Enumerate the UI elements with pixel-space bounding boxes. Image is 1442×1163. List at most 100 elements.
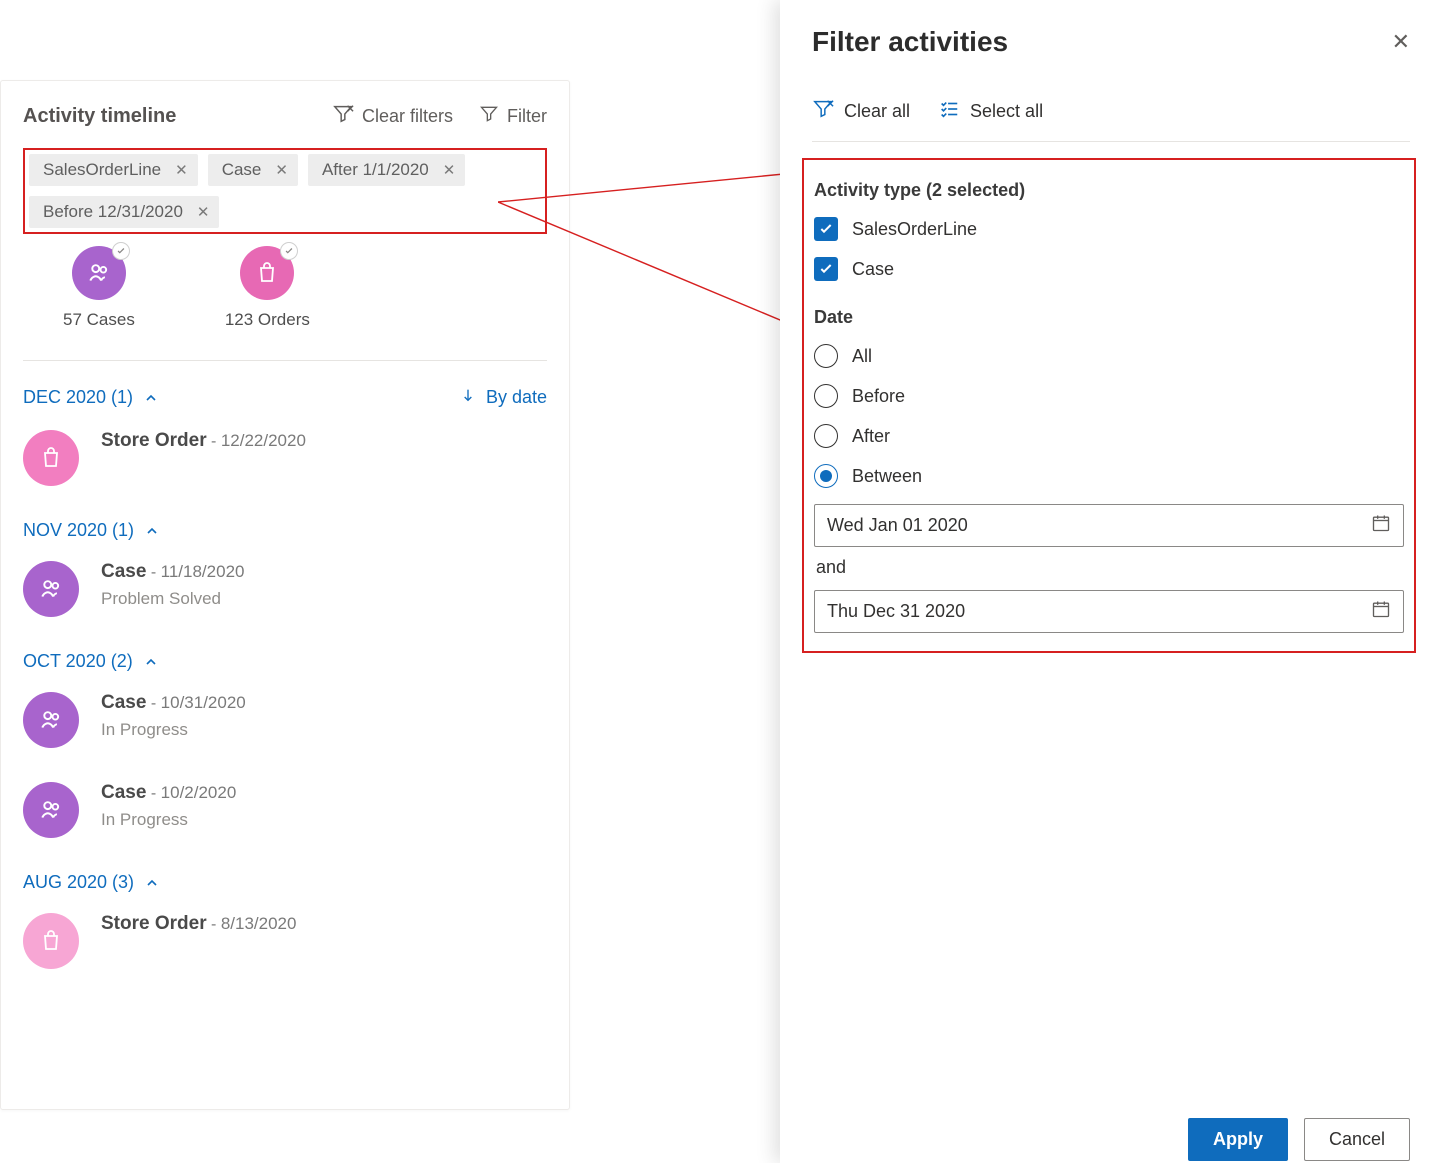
cases-avatar [72,246,126,300]
month-label-text: OCT 2020 (2) [23,651,133,672]
timeline-item[interactable]: Store Order - 12/22/2020 [23,430,547,486]
select-all-label: Select all [970,101,1043,122]
timeline-item-title: Case [101,561,146,582]
people-icon [38,707,64,733]
select-all-button[interactable]: Select all [938,98,1043,125]
date-option-between[interactable]: Between [814,464,1404,488]
timeline-item-body: Case - 11/18/2020 Problem Solved [101,561,244,609]
funnel-clear-icon [812,98,834,125]
radio-checked[interactable] [814,464,838,488]
sort-by-date-label: By date [486,387,547,408]
radio-unchecked[interactable] [814,344,838,368]
date-option-label: After [852,426,890,447]
filter-chip-label: After 1/1/2020 [322,160,429,180]
filter-section-highlight: Activity type (2 selected) SalesOrderLin… [802,158,1416,653]
chip-remove-icon[interactable]: ✕ [443,163,456,178]
timeline-item-subtext: In Progress [101,810,236,830]
timeline-item-subtext: In Progress [101,720,246,740]
summary-orders-label: 123 Orders [225,310,310,330]
month-toggle[interactable]: DEC 2020 (1) [23,387,159,408]
summary-cases-label: 57 Cases [63,310,135,330]
calendar-icon [1371,513,1391,538]
timeline-header: Activity timeline Clear filters Filter [23,103,547,130]
radio-dot [820,470,832,482]
close-icon: ✕ [1392,29,1410,54]
shopping-bag-icon [39,929,63,953]
close-button[interactable]: ✕ [1392,29,1410,55]
people-icon [38,797,64,823]
checkmark-icon [818,261,834,277]
clear-filters-button[interactable]: Clear filters [332,103,453,130]
activity-type-label: SalesOrderLine [852,219,977,240]
people-icon [86,260,112,286]
activity-type-option[interactable]: Case [814,257,1404,281]
orders-avatar [240,246,294,300]
timeline-item[interactable]: Case - 10/31/2020 In Progress [23,692,547,748]
clear-all-button[interactable]: Clear all [812,98,910,125]
filter-chip: After 1/1/2020 ✕ [308,154,465,186]
date-from-value: Wed Jan 01 2020 [827,515,968,536]
timeline-item-dash: - [151,695,161,712]
timeline-item[interactable]: Case - 11/18/2020 Problem Solved [23,561,547,617]
month-label-text: DEC 2020 (1) [23,387,133,408]
month-label-text: NOV 2020 (1) [23,520,134,541]
filter-chip-label: Case [222,160,262,180]
timeline-item[interactable]: Case - 10/2/2020 In Progress [23,782,547,838]
select-all-icon [938,98,960,125]
apply-button[interactable]: Apply [1188,1118,1288,1161]
timeline-item-dash: - [211,916,221,933]
sort-by-date-button[interactable]: By date [460,385,547,410]
checkmark-icon [818,221,834,237]
date-option-before[interactable]: Before [814,384,1404,408]
order-avatar [23,913,79,969]
cancel-button[interactable]: Cancel [1304,1118,1410,1161]
timeline-item-dash: - [151,564,161,581]
chip-remove-icon[interactable]: ✕ [197,205,210,220]
date-from-input[interactable]: Wed Jan 01 2020 [814,504,1404,547]
filter-button[interactable]: Filter [479,103,547,130]
chip-remove-icon[interactable]: ✕ [275,163,288,178]
filter-chip: SalesOrderLine ✕ [29,154,198,186]
case-avatar [23,561,79,617]
summary-orders[interactable]: 123 Orders [225,246,310,330]
order-avatar [23,430,79,486]
funnel-icon [479,104,499,129]
calendar-icon [1371,599,1391,624]
activity-type-option[interactable]: SalesOrderLine [814,217,1404,241]
timeline-summary-row: 57 Cases 123 Orders [63,246,547,330]
checkbox-checked[interactable] [814,217,838,241]
month-toggle[interactable]: NOV 2020 (1) [23,520,160,541]
checkbox-checked[interactable] [814,257,838,281]
filter-chip-label: SalesOrderLine [43,160,161,180]
panel-header: Filter activities ✕ [780,0,1442,58]
panel-toolbar: Clear all Select all [780,58,1442,125]
radio-unchecked[interactable] [814,424,838,448]
chevron-up-icon [143,390,159,406]
timeline-item[interactable]: Store Order - 8/13/2020 [23,913,547,969]
month-header-dec: DEC 2020 (1) By date [23,385,547,410]
filter-chip-label: Before 12/31/2020 [43,202,183,222]
summary-cases[interactable]: 57 Cases [63,246,135,330]
date-to-input[interactable]: Thu Dec 31 2020 [814,590,1404,633]
month-toggle[interactable]: AUG 2020 (3) [23,872,160,893]
timeline-item-body: Case - 10/31/2020 In Progress [101,692,246,740]
filter-activities-panel: Filter activities ✕ Clear all Select all [780,0,1442,1163]
timeline-item-date: 12/22/2020 [221,431,306,450]
timeline-title: Activity timeline [23,105,176,128]
timeline-item-body: Store Order - 12/22/2020 [101,430,306,452]
clear-filters-label: Clear filters [362,106,453,127]
shopping-bag-icon [255,261,279,285]
chip-remove-icon[interactable]: ✕ [175,163,188,178]
filter-chips-row: SalesOrderLine ✕ Case ✕ After 1/1/2020 ✕… [29,154,541,228]
date-option-label: Between [852,466,922,487]
shopping-bag-icon [39,446,63,470]
radio-unchecked[interactable] [814,384,838,408]
timeline-item-title: Store Order [101,430,207,451]
month-toggle[interactable]: OCT 2020 (2) [23,651,159,672]
filter-chip: Before 12/31/2020 ✕ [29,196,219,228]
timeline-item-date: 10/2/2020 [161,783,237,802]
date-option-after[interactable]: After [814,424,1404,448]
timeline-item-date: 8/13/2020 [221,914,297,933]
divider [23,360,547,361]
date-option-all[interactable]: All [814,344,1404,368]
